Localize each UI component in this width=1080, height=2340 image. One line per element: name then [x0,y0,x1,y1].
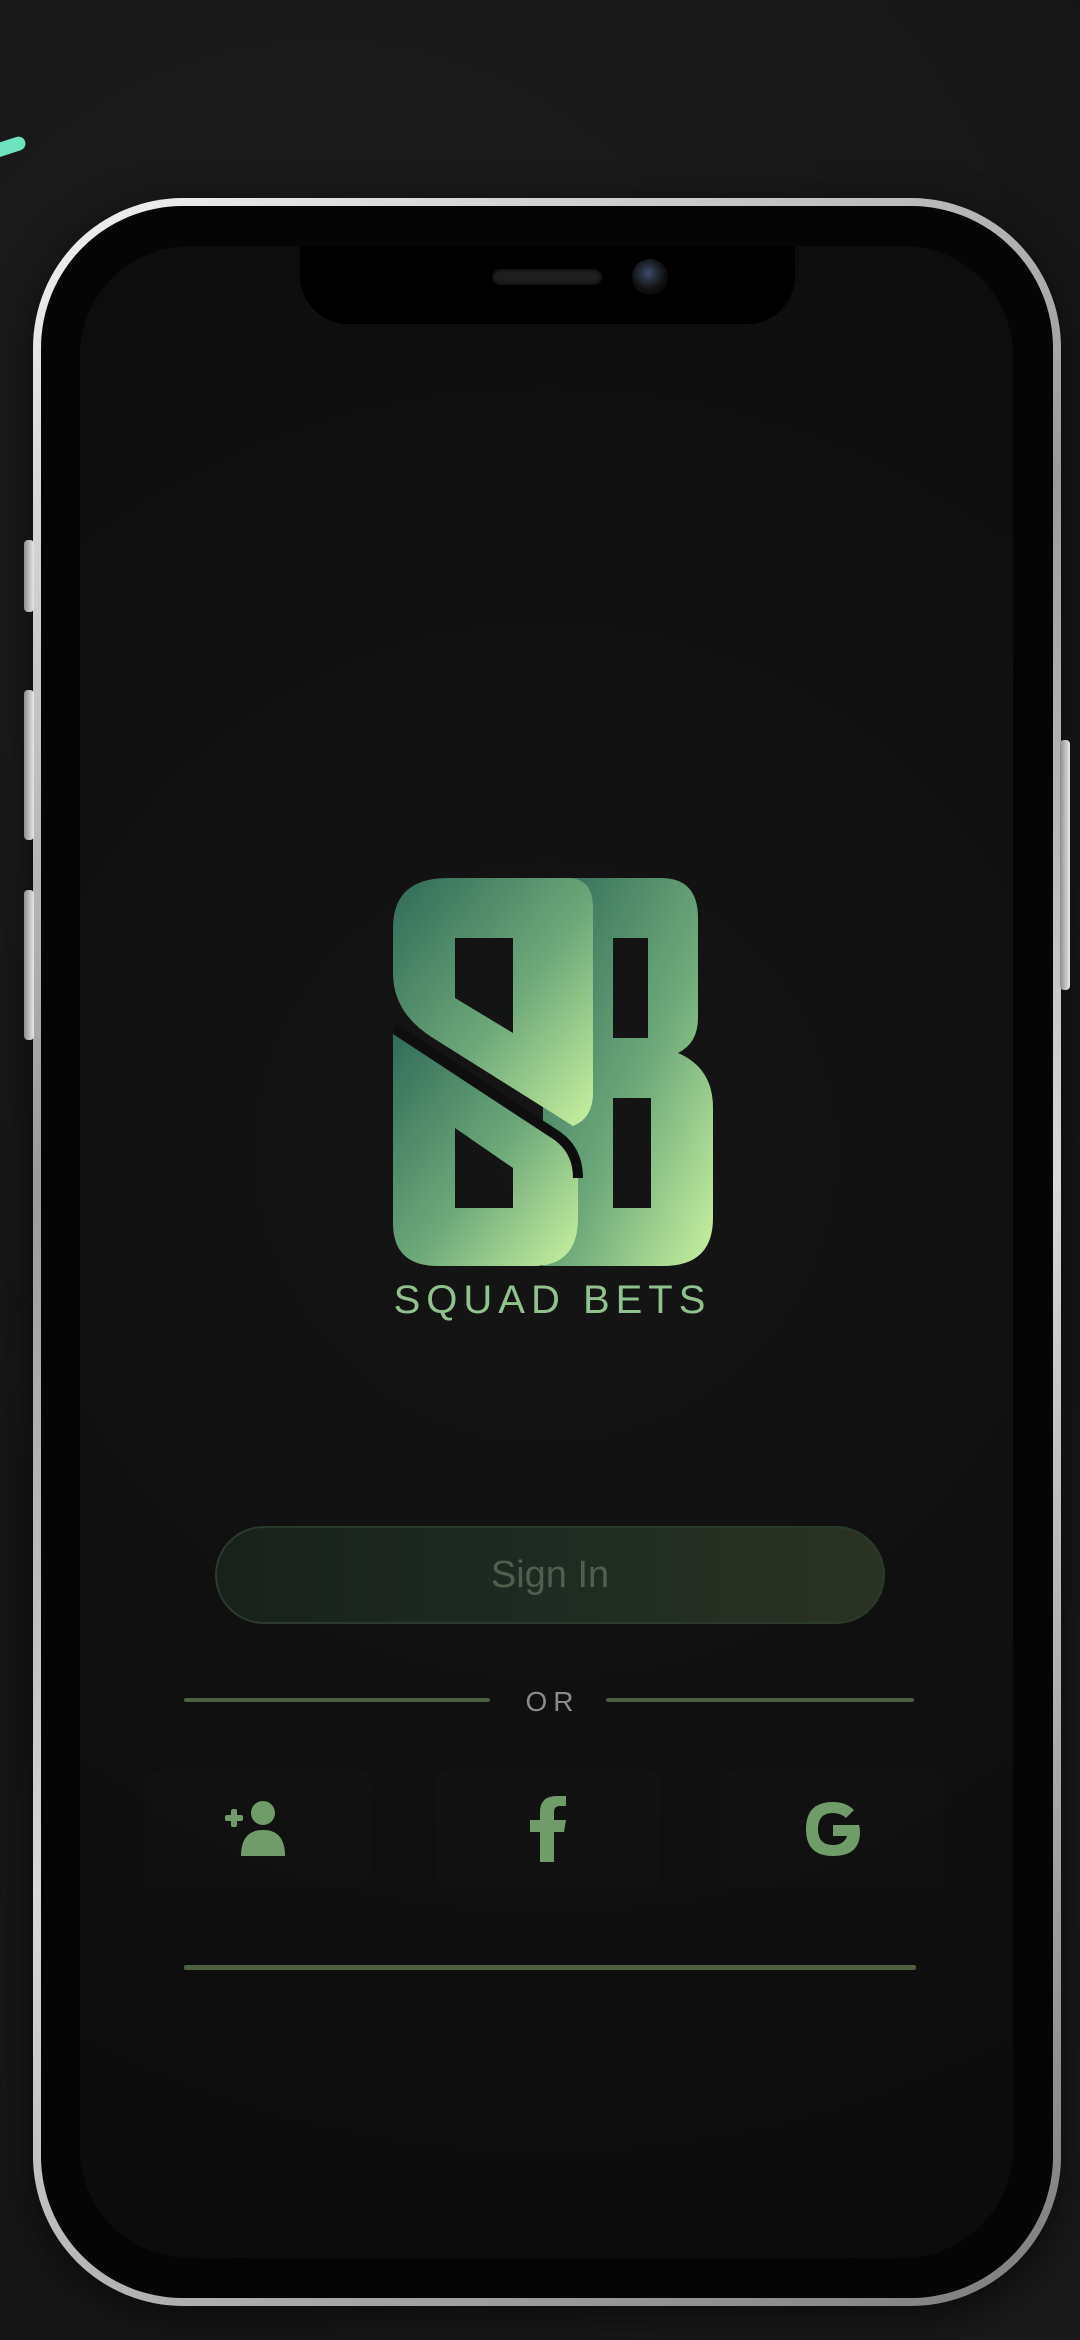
add-user-icon [224,1801,285,1856]
silent-switch [24,540,34,612]
or-label: OR [525,1686,580,1717]
notch [300,246,795,324]
google-icon [805,1802,860,1856]
volume-down-button [24,890,34,1040]
front-camera [632,259,668,295]
google-login-button[interactable] [720,1770,945,1888]
power-button [1060,740,1070,990]
or-divider-left [184,1698,490,1702]
sign-in-button[interactable]: Sign In [215,1526,885,1624]
volume-up-button [24,690,34,840]
sb-logo-icon [390,878,713,1266]
brand-logo [390,878,713,1268]
facebook-icon [529,1796,566,1862]
bottom-divider [184,1965,916,1970]
or-divider-right [606,1698,914,1702]
register-button[interactable] [145,1770,370,1888]
facebook-login-button[interactable] [435,1770,660,1888]
earpiece-speaker [492,269,602,285]
brand-name: SQUAD BETS [393,1278,712,1322]
